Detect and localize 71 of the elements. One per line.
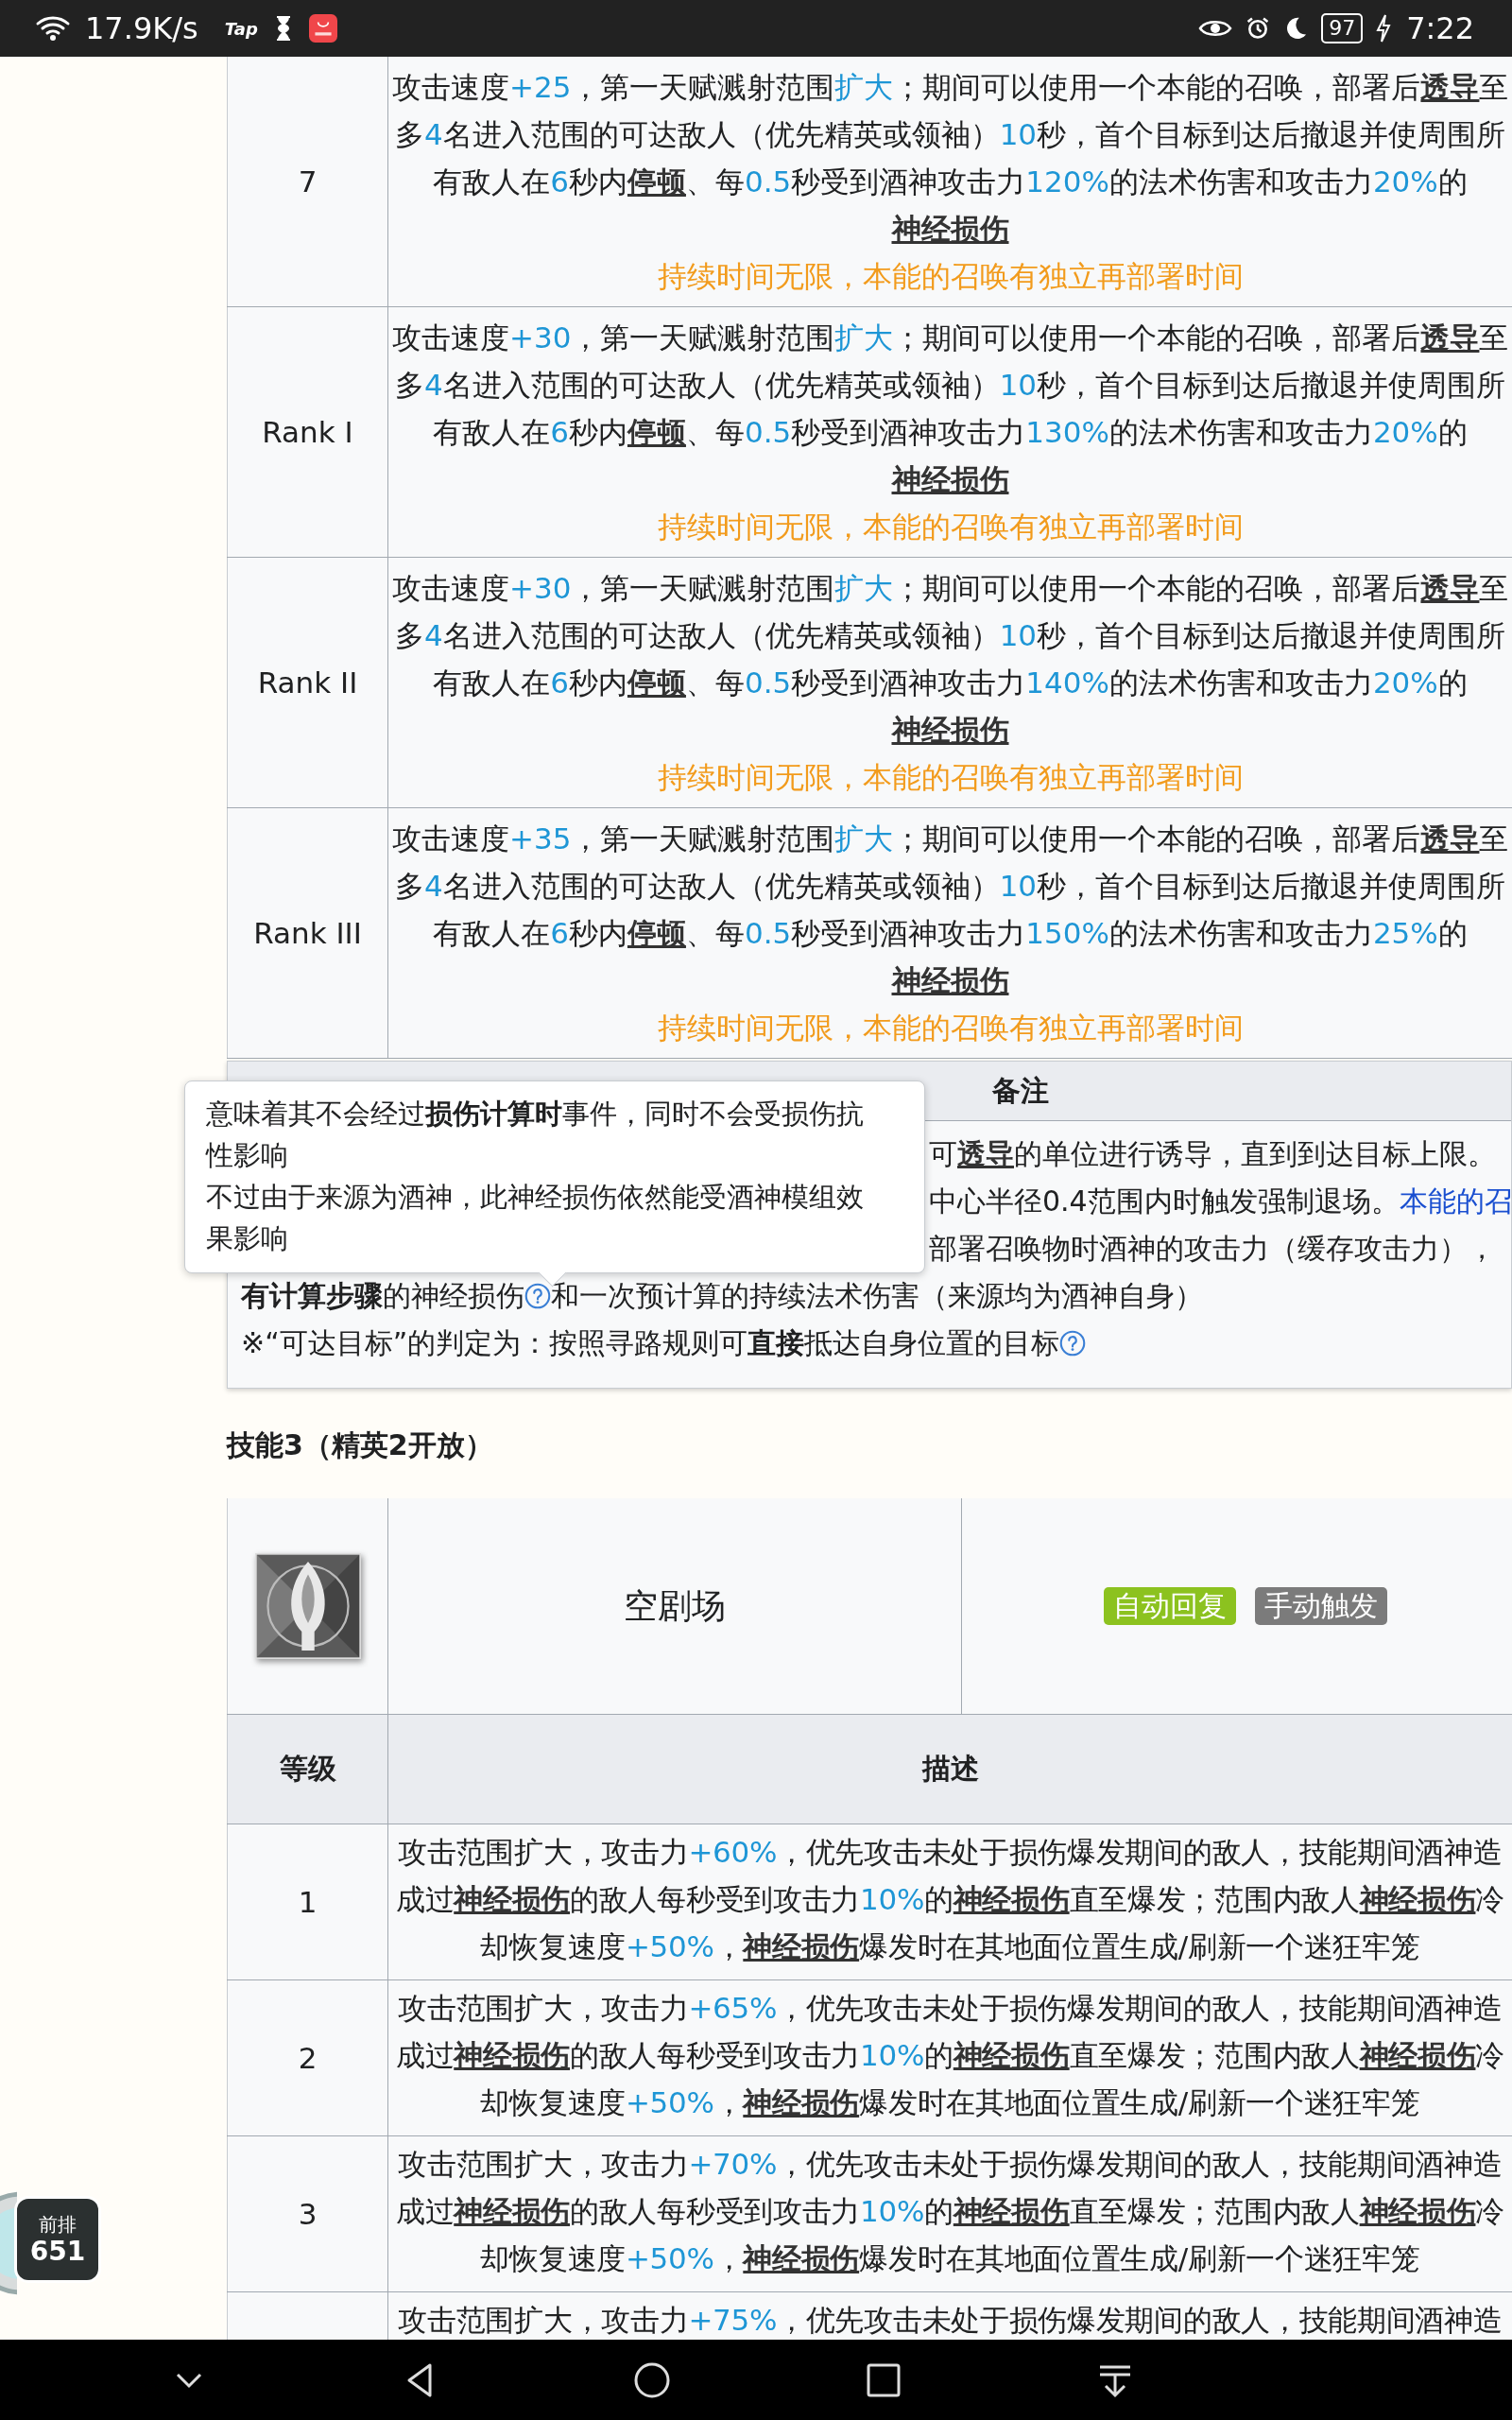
term-link[interactable]: 神经损伤	[454, 2038, 571, 2072]
level-cell: Rank III	[227, 807, 388, 1059]
term-link[interactable]: 神经损伤	[891, 212, 1009, 246]
term-link[interactable]: 透导	[957, 1137, 1014, 1170]
help-icon[interactable]	[1059, 1330, 1087, 1357]
skill-description: 攻击速度+30，第一天赋溅射范围扩大；期间可以使用一个本能的召唤，部署后透导至 多4名进入范围的可达敌人（优先精英或领袖）10秒，首个目标到达后撤退并使周围所 有敌人在6秒内停顿、每0.5秒受到酒神攻击力 140%的法术伤害和攻击力20%的 神经损伤	[392, 570, 1508, 749]
term-link[interactable]: 神经损伤	[953, 2194, 1070, 2228]
term-link[interactable]: 神经损伤	[743, 1929, 860, 1963]
term-link[interactable]: 神经损伤	[454, 1882, 571, 1916]
home-icon[interactable]	[633, 2360, 671, 2399]
battery-indicator: 97	[1321, 13, 1364, 43]
remark-text: 可透导的单位进行诱导，直到到达目标上限。	[929, 1136, 1497, 1172]
duration-note: 持续时间无限，本能的召唤有独立再部署时间	[656, 759, 1245, 796]
term-link[interactable]: 透导	[1420, 320, 1480, 354]
term-link[interactable]: 神经损伤	[1359, 2194, 1476, 2228]
skill-description: 攻击范围扩大，攻击力+65%，优先攻击未处于损伤爆发期间的敌人，技能期间酒神造 成过神经损伤的敌人每秒受到攻击力 10%的神经损伤直至爆发；范围内敌人神经损伤冷 却恢复速度+50%，神经损伤爆发时在其地面位置生成/刷新一个迷狂牢笼	[394, 1990, 1506, 2121]
app-icon	[308, 14, 337, 43]
level-cell: Rank II	[227, 557, 388, 808]
term-link[interactable]: 透导	[1420, 571, 1480, 605]
term-link[interactable]: 神经损伤	[953, 1882, 1070, 1916]
help-icon[interactable]	[524, 1283, 551, 1309]
term-link[interactable]: 神经损伤	[1359, 2038, 1476, 2072]
duration-note: 持续时间无限，本能的召唤有独立再部署时间	[656, 258, 1245, 295]
skill-description: 攻击速度+35，第一天赋溅射范围扩大；期间可以使用一个本能的召唤，部署后透导至 多4名进入范围的可达敌人（优先精英或领袖）10秒，首个目标到达后撤退并使周围所 有敌人在6秒内停顿、每0.5秒受到酒神攻击力 150%的法术伤害和攻击力25%的 神经损伤	[392, 821, 1508, 999]
remark-text: 有计算步骤的神经损伤 和一次预计算的持续法术伤害（来源均为酒神自身）	[241, 1278, 1204, 1314]
term-link[interactable]: 神经损伤	[891, 713, 1009, 747]
skill-description: 攻击范围扩大，攻击力+75%，优先攻击未处于损伤爆发期间的敌人，技能期间酒神造	[397, 2302, 1503, 2339]
term-link[interactable]: 神经损伤	[1359, 1882, 1476, 1916]
skill-description: 攻击范围扩大，攻击力+60%，优先攻击未处于损伤爆发期间的敌人，技能期间酒神造 成过神经损伤的敌人每秒受到攻击力 10%的神经损伤直至爆发；范围内敌人神经损伤冷 却恢复速度+50%，神经损伤爆发时在其地面位置生成/刷新一个迷狂牢笼	[394, 1834, 1506, 1965]
floating-badge[interactable]: 前排 651	[17, 2199, 98, 2280]
term-link[interactable]: 透导	[1420, 821, 1480, 856]
term-link[interactable]: 神经损伤	[891, 462, 1009, 496]
column-header: 等级	[227, 1714, 388, 1824]
skill-tag: 手动触发	[1255, 1587, 1387, 1625]
duration-note: 持续时间无限，本能的召唤有独立再部署时间	[656, 1010, 1245, 1046]
section-heading: 技能3（精英2开放）	[227, 1427, 494, 1463]
column-header: 描述	[387, 1714, 1512, 1824]
level-cell: 2	[227, 1979, 388, 2136]
tooltip-text: 不过由于来源为酒神，此神经损伤依然能受酒神模组效果影响	[206, 1180, 865, 1256]
duration-note: 持续时间无限，本能的召唤有独立再部署时间	[656, 509, 1245, 545]
charging-icon	[1376, 14, 1392, 43]
skill-description: 攻击速度+30，第一天赋溅射范围扩大；期间可以使用一个本能的召唤，部署后透导至 多4名进入范围的可达敌人（优先精英或领袖）10秒，首个目标到达后撤退并使周围所 有敌人在6秒内停顿、每0.5秒受到酒神攻击力 130%的法术伤害和攻击力20%的 神经损伤	[392, 320, 1508, 498]
remark-text: ※“可达目标”的判定为：按照寻路规则可直接抵达自身位置的目标	[241, 1320, 1498, 1367]
text-link[interactable]: 本能的召	[1399, 1184, 1512, 1218]
term-link[interactable]: 透导	[1420, 70, 1480, 104]
term-link[interactable]: 停顿	[627, 415, 686, 449]
term-link[interactable]: 神经损伤	[891, 963, 1009, 997]
term-link[interactable]: 神经损伤	[953, 2038, 1070, 2072]
skill-description: 攻击速度+25，第一天赋溅射范围扩大；期间可以使用一个本能的召唤，部署后透导至 多4名进入范围的可达敌人（优先精英或领袖）10秒，首个目标到达后撤退并使周围所 有敌人在6秒内停顿、每0.5秒受到酒神攻击力 120%的法术伤害和攻击力20%的 神经损伤	[392, 69, 1508, 248]
level-cell: 3	[227, 2135, 388, 2292]
clock-time: 7:22	[1406, 10, 1474, 46]
term-link[interactable]: 神经损伤	[454, 2194, 571, 2228]
skill-tag: 自动回复	[1104, 1587, 1236, 1625]
term-link[interactable]: 停顿	[627, 916, 686, 950]
level-cell: Rank I	[227, 306, 388, 558]
badge-count: 651	[29, 2237, 86, 2267]
skill-icon	[254, 1553, 361, 1659]
alarm-icon	[1246, 15, 1271, 42]
term-link[interactable]: 神经损伤	[743, 2241, 860, 2275]
skill-description: 攻击范围扩大，攻击力+70%，优先攻击未处于损伤爆发期间的敌人，技能期间酒神造 成过神经损伤的敌人每秒受到攻击力 10%的神经损伤直至爆发；范围内敌人神经损伤冷 却恢复速度+50%，神经损伤爆发时在其地面位置生成/刷新一个迷狂牢笼	[394, 2146, 1506, 2277]
level-cell: 7	[227, 57, 388, 307]
network-speed: 17.9K/s	[85, 10, 198, 46]
term-link[interactable]: 停顿	[627, 164, 686, 199]
badge-label: 前排	[39, 2212, 77, 2237]
skill-name: 空剧场	[387, 1498, 962, 1715]
app-label: Tap	[224, 18, 258, 39]
remark-text: 部署召唤物时酒神的攻击力（缓存攻击力），	[929, 1231, 1497, 1267]
wifi-icon	[34, 13, 72, 43]
term-link[interactable]: 停顿	[627, 666, 686, 700]
term-link[interactable]: 神经损伤	[743, 2085, 860, 2119]
level-cell: 1	[227, 1824, 388, 1980]
